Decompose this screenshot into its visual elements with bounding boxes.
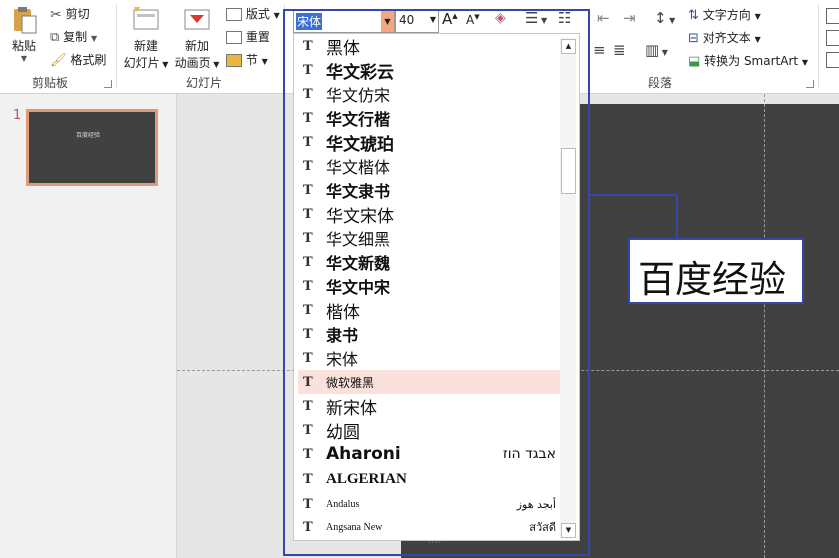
convert-smartart-button[interactable]: ⬓ 转换为 SmartArt ▼	[688, 52, 808, 69]
new-animation-page-button[interactable]: 新加 动画页 ▼	[172, 5, 222, 71]
copy-label: 复制	[63, 30, 88, 44]
smartart-label: 转换为 SmartArt	[704, 54, 799, 68]
new-animation-icon	[184, 9, 210, 30]
clipboard-group-label: 剪贴板	[32, 76, 69, 90]
divider	[116, 4, 117, 88]
text-direction-label: 文字方向	[702, 8, 751, 22]
new-animation-label-2: 动画页 ▼	[174, 56, 220, 70]
chevron-down-icon: ▼	[273, 11, 280, 20]
justify-icon[interactable]: ≣	[613, 41, 626, 59]
align-text-icon: ⊟	[688, 31, 699, 46]
decrease-indent-icon[interactable]: ⇤	[597, 9, 610, 27]
clipboard-dialog-launcher[interactable]	[104, 80, 112, 88]
chevron-down-icon: ▼	[754, 35, 761, 44]
chevron-down-icon: ▼	[801, 58, 809, 67]
align-left-icon[interactable]: ≡	[593, 41, 606, 59]
slide-textbox[interactable]: 百度经验	[628, 238, 804, 304]
new-animation-label: 新加	[184, 39, 209, 53]
slide-number: 1	[13, 108, 22, 123]
increase-indent-icon[interactable]: ⇥	[623, 9, 636, 27]
slide-thumbnail[interactable]: 百度经验	[26, 109, 158, 186]
divider	[818, 4, 819, 88]
paragraph-dialog-launcher[interactable]	[806, 80, 814, 88]
slide-thumbnail-pane: 1 百度经验	[0, 94, 177, 558]
copy-icon: ⧉	[50, 30, 60, 45]
reset-button[interactable]: 重置	[226, 28, 270, 45]
scissors-icon: ✂	[50, 6, 62, 23]
paragraph-group-label: 段落	[648, 76, 673, 90]
layout-icon	[226, 8, 242, 21]
highlight-box	[283, 9, 590, 556]
shape-icon[interactable]	[826, 30, 839, 46]
section-button[interactable]: 节 ▼	[226, 51, 268, 68]
paste-label: 粘贴	[11, 39, 36, 53]
line-spacing-icon[interactable]: ↕ ▼	[654, 9, 675, 27]
layout-button[interactable]: 版式 ▼	[226, 5, 280, 22]
columns-icon[interactable]: ▥ ▼	[645, 41, 668, 59]
reset-icon	[226, 31, 242, 44]
vertical-guide	[764, 94, 765, 558]
align-text-label: 对齐文本	[702, 31, 751, 45]
smartart-icon: ⬓	[688, 54, 701, 69]
format-painter-button[interactable]: 🖌 格式刷	[50, 51, 106, 68]
cut-button[interactable]: ✂ 剪切	[50, 5, 90, 23]
chevron-down-icon: ▼	[20, 54, 28, 63]
copy-button[interactable]: ⧉ 复制 ▼	[50, 28, 97, 45]
chevron-down-icon: ▼	[261, 57, 268, 66]
textbox-text: 百度经验	[638, 258, 786, 301]
text-direction-icon: ⇅	[688, 8, 699, 23]
layout-label: 版式	[245, 7, 270, 21]
callout-connector	[588, 194, 678, 196]
slides-group-label: 幻灯片	[186, 76, 223, 90]
new-slide-label: 新建	[133, 39, 158, 53]
chevron-down-icon: ▼	[90, 34, 98, 43]
new-slide-label-2: 幻灯片 ▼	[123, 56, 169, 70]
shape-icon[interactable]	[826, 8, 839, 24]
text-direction-button[interactable]: ⇅ 文字方向 ▼	[688, 6, 761, 23]
paste-button[interactable]: 粘贴 ▼	[6, 5, 42, 63]
cut-label: 剪切	[65, 7, 90, 21]
section-icon	[226, 54, 242, 67]
section-label: 节	[245, 53, 258, 67]
format-painter-label: 格式刷	[70, 53, 107, 67]
chevron-down-icon: ▼	[159, 60, 169, 69]
callout-connector	[676, 194, 678, 238]
new-slide-button[interactable]: 新建 幻灯片 ▼	[122, 5, 170, 71]
brush-icon: 🖌	[50, 53, 67, 68]
align-text-button[interactable]: ⊟ 对齐文本 ▼	[688, 29, 761, 46]
thumbnail-text: 百度经验	[76, 132, 101, 139]
paste-icon	[14, 7, 37, 34]
shape-icon[interactable]	[826, 52, 839, 68]
chevron-down-icon: ▼	[210, 60, 220, 69]
reset-label: 重置	[245, 30, 270, 44]
chevron-down-icon: ▼	[754, 12, 761, 21]
new-slide-icon	[133, 7, 159, 30]
